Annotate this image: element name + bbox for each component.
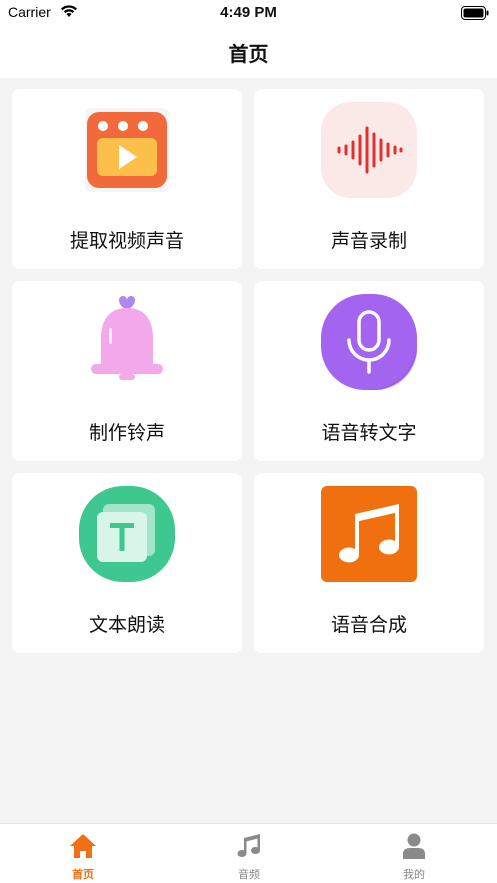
feature-card-record-sound[interactable]: 声音录制: [254, 89, 484, 269]
status-time: 4:49 PM: [220, 4, 277, 21]
tab-audio[interactable]: 音频: [166, 824, 332, 883]
video-play-icon: [79, 102, 175, 198]
feature-card-speech-to-text[interactable]: 语音转文字: [254, 281, 484, 461]
home-icon: [69, 832, 97, 860]
tab-label: 我的: [403, 868, 425, 881]
feature-card-text-reading[interactable]: 文本朗读: [12, 473, 242, 653]
navigation-bar: 首页: [0, 26, 497, 78]
tab-home[interactable]: 首页: [0, 824, 166, 883]
music-note-icon: [235, 832, 263, 860]
feature-card-make-ringtone[interactable]: 制作铃声: [12, 281, 242, 461]
feature-label: 语音转文字: [321, 422, 417, 444]
tab-mine[interactable]: 我的: [331, 824, 497, 883]
feature-card-extract-audio[interactable]: 提取视频声音: [12, 89, 242, 269]
page-title: 首页: [228, 42, 269, 66]
tab-label: 首页: [72, 868, 94, 881]
person-icon: [400, 832, 428, 860]
feature-label: 文本朗读: [88, 614, 165, 636]
feature-grid: 提取视频声音 声音录制 制作铃声 语音转文字 文本朗读 语音合成: [12, 89, 485, 653]
status-bar: Carrier 4:49 PM: [0, 0, 497, 26]
feature-label: 制作铃声: [88, 422, 165, 444]
bell-icon: [79, 294, 175, 390]
feature-label: 语音合成: [330, 614, 407, 636]
text-t-icon: [79, 486, 175, 582]
feature-card-speech-synthesis[interactable]: 语音合成: [254, 473, 484, 653]
sound-wave-icon: [321, 102, 417, 198]
tab-bar: 首页 音频 我的: [0, 823, 497, 883]
battery-icon: [461, 5, 489, 24]
music-note-icon: [321, 486, 417, 582]
tab-label: 音频: [238, 868, 260, 881]
feature-label: 声音录制: [330, 230, 407, 252]
feature-label: 提取视频声音: [69, 230, 184, 252]
microphone-icon: [321, 294, 417, 390]
